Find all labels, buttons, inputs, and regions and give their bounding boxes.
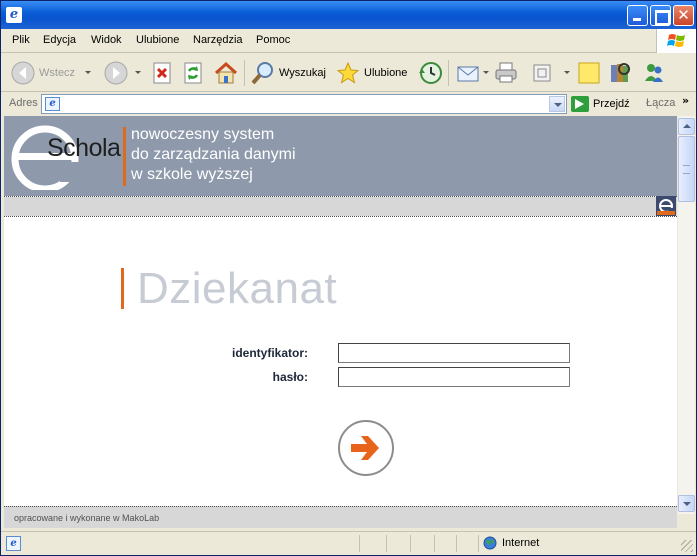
favorites-label: Ulubione xyxy=(364,67,408,79)
menu-plik[interactable]: Plik xyxy=(12,34,30,46)
mail-button[interactable] xyxy=(456,59,482,87)
address-dropdown-button[interactable] xyxy=(549,96,565,112)
scroll-up-button[interactable] xyxy=(678,118,695,135)
menu-narzedzia[interactable]: Narzędzia xyxy=(193,34,243,46)
status-bar: e Internet xyxy=(1,531,696,555)
stop-icon xyxy=(153,62,171,84)
heading-accent-bar xyxy=(121,268,124,309)
address-label: Adres xyxy=(9,97,38,109)
page-icon: e xyxy=(45,97,60,111)
browser-window: e ✕ Plik Edycja Widok Ulubione Narzędzia… xyxy=(0,0,697,556)
globe-icon xyxy=(483,536,497,550)
back-button[interactable]: Wstecz xyxy=(11,59,75,87)
links-label[interactable]: Łącza xyxy=(646,97,675,109)
stop-button[interactable] xyxy=(152,59,174,87)
windows-logo xyxy=(656,29,696,53)
maximize-icon xyxy=(651,6,670,25)
star-icon xyxy=(336,61,360,84)
minimize-button[interactable] xyxy=(627,5,648,26)
address-input[interactable] xyxy=(64,96,544,112)
footer-credit: opracowane i wykonane w MakoLab xyxy=(14,513,160,523)
menu-bar: Plik Edycja Widok Ulubione Narzędzia Pom… xyxy=(1,29,696,53)
menu-ulubione[interactable]: Ulubione xyxy=(136,34,179,46)
standard-toolbar: Wstecz Wyszukaj Ulubione xyxy=(1,54,696,92)
header-strip xyxy=(4,197,677,217)
home-icon xyxy=(214,61,238,84)
messenger-icon xyxy=(645,64,663,82)
favorites-button[interactable]: Ulubione xyxy=(336,59,407,87)
close-button[interactable]: ✕ xyxy=(673,5,694,26)
security-zone: Internet xyxy=(483,536,539,550)
status-page-icon: e xyxy=(6,536,21,551)
orange-arrow-icon xyxy=(351,436,379,460)
back-dropdown-arrow[interactable] xyxy=(85,71,91,74)
minimize-icon xyxy=(628,6,647,25)
password-label: hasło: xyxy=(272,370,308,384)
page-viewport: Schola nowoczesny system do zarządzania … xyxy=(4,116,677,528)
tagline-line-2: do zarządzania danymi xyxy=(131,146,296,163)
resize-grip[interactable] xyxy=(681,540,693,552)
page-title: Dziekanat xyxy=(137,264,338,313)
go-label: Przejdź xyxy=(593,98,630,110)
brand-name: Schola xyxy=(47,134,121,162)
scroll-thumb[interactable] xyxy=(678,136,695,202)
research-icon xyxy=(611,63,630,82)
mini-e-logo xyxy=(656,196,676,216)
menu-widok[interactable]: Widok xyxy=(91,34,122,46)
search-button[interactable]: Wyszukaj xyxy=(251,59,326,87)
home-button[interactable] xyxy=(213,59,239,87)
maximize-button[interactable] xyxy=(650,5,671,26)
chevron-right-icon[interactable]: » xyxy=(682,94,689,107)
go-arrow-icon xyxy=(571,96,589,112)
tagline-line-3: w szkole wyższej xyxy=(131,166,253,183)
login-input[interactable] xyxy=(338,343,570,363)
mail-icon xyxy=(457,66,479,82)
windows-flag-icon xyxy=(667,34,685,47)
password-input[interactable] xyxy=(338,367,570,387)
notes-button[interactable] xyxy=(577,59,601,87)
menu-edycja[interactable]: Edycja xyxy=(43,34,76,46)
edit-dropdown-arrow[interactable] xyxy=(564,71,570,74)
history-icon xyxy=(419,62,442,84)
scroll-down-button[interactable] xyxy=(678,495,695,512)
go-button[interactable]: Przejdź xyxy=(571,95,630,113)
accent-bar xyxy=(123,127,126,186)
refresh-icon xyxy=(184,62,202,84)
edit-button[interactable] xyxy=(532,59,554,87)
edit-icon xyxy=(533,64,551,82)
ie-page-icon: e xyxy=(6,7,22,23)
tagline: nowoczesny system do zarządzania danymi … xyxy=(131,125,296,185)
back-arrow-icon xyxy=(11,61,35,85)
note-icon xyxy=(578,62,600,84)
printer-icon xyxy=(495,62,517,83)
login-label: identyfikator: xyxy=(231,346,308,360)
vertical-scrollbar[interactable] xyxy=(677,116,695,514)
mail-dropdown-arrow[interactable] xyxy=(483,71,489,74)
small-e-logo-icon xyxy=(657,199,675,215)
close-icon: ✕ xyxy=(677,6,690,24)
zone-label: Internet xyxy=(502,537,540,549)
login-submit-button[interactable] xyxy=(338,420,394,476)
search-label: Wyszukaj xyxy=(279,67,326,79)
forward-dropdown-arrow[interactable] xyxy=(135,71,141,74)
research-button[interactable] xyxy=(608,59,632,87)
forward-arrow-icon xyxy=(104,61,128,85)
messenger-button[interactable] xyxy=(642,59,666,87)
menu-pomoc[interactable]: Pomoc xyxy=(256,34,290,46)
history-button[interactable] xyxy=(417,59,443,87)
title-bar[interactable]: e ✕ xyxy=(1,1,696,29)
forward-button[interactable] xyxy=(104,59,128,87)
magnifier-icon xyxy=(251,62,273,85)
header-banner: Schola nowoczesny system do zarządzania … xyxy=(4,116,677,197)
page-footer: opracowane i wykonane w MakoLab xyxy=(4,506,677,528)
tagline-line-1: nowoczesny system xyxy=(131,126,275,143)
print-button[interactable] xyxy=(494,59,520,87)
back-label: Wstecz xyxy=(39,67,76,79)
refresh-button[interactable] xyxy=(183,59,205,87)
address-bar: Adres e Przejdź Łącza » xyxy=(1,93,696,115)
address-field[interactable]: e xyxy=(41,94,567,114)
